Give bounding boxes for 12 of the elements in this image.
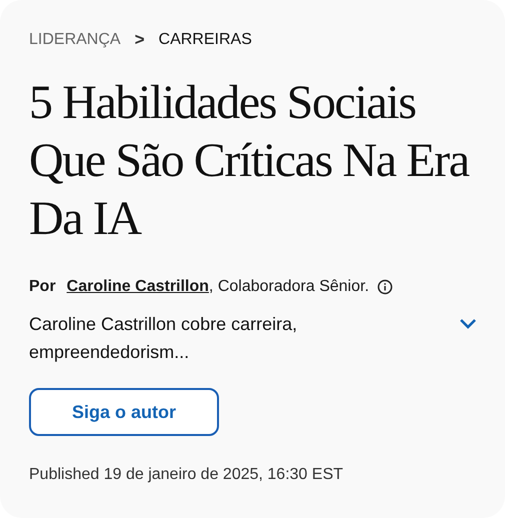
- published-date: Published 19 de janeiro de 2025, 16:30 EST: [29, 466, 344, 484]
- author-role: , Colaboradora Sênior.: [208, 278, 370, 296]
- breadcrumb-link[interactable]: LIDERANÇA: [29, 31, 121, 49]
- chevron-down-icon[interactable]: [459, 318, 477, 330]
- info-icon[interactable]: [377, 279, 394, 295]
- byline-prefix: Por: [29, 278, 56, 296]
- author-bio: Caroline Castrillon cobre carreira, empreendedorism...: [29, 313, 298, 364]
- article-title: 5 Habilidades Sociais Que São Críticas Na Era Da IA: [29, 75, 470, 247]
- breadcrumb-separator: >: [134, 30, 145, 50]
- breadcrumb-link[interactable]: CARREIRAS: [158, 31, 252, 49]
- author-link[interactable]: Caroline Castrillon: [66, 278, 209, 296]
- follow-author-button[interactable]: Siga o autor: [29, 388, 219, 436]
